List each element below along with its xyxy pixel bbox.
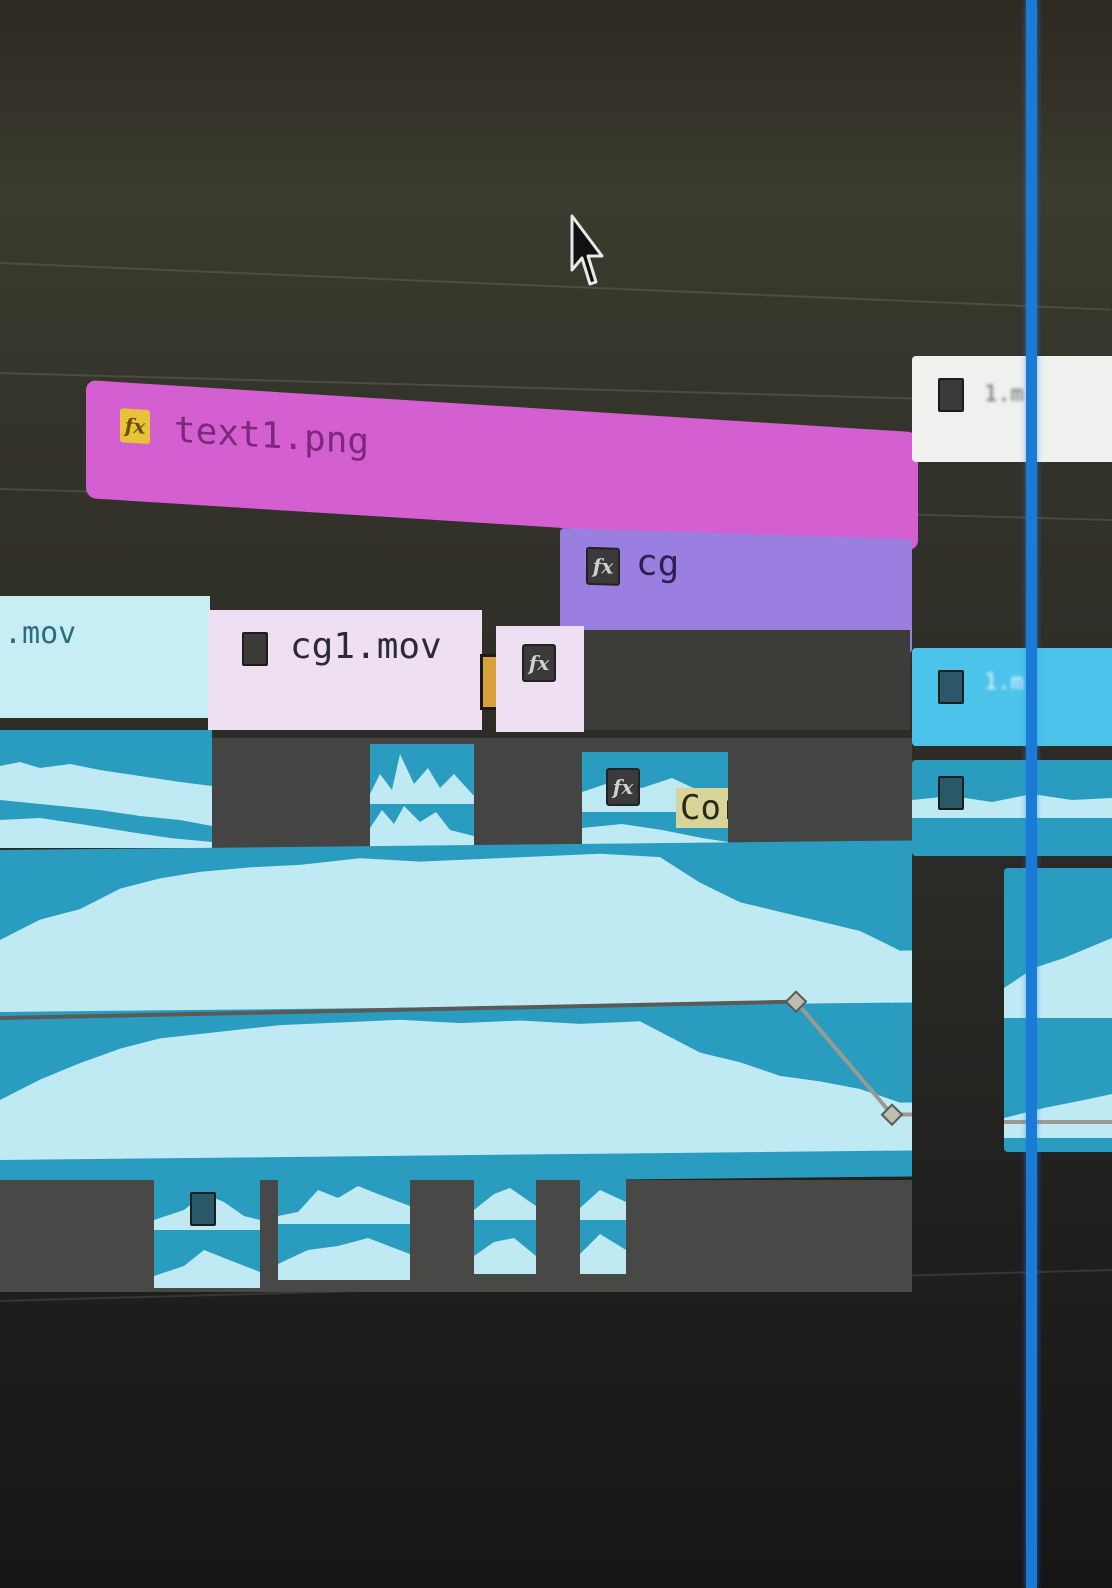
audio-waveform [1004, 938, 1112, 1138]
audio-clip[interactable] [370, 744, 474, 850]
audio-clip[interactable] [580, 1168, 626, 1274]
audio-clip[interactable] [474, 1170, 536, 1274]
audio-waveform [0, 762, 212, 848]
audio-clip-right[interactable] [912, 760, 1112, 856]
fx-icon: fx [606, 768, 640, 806]
fx-icon: fx [522, 644, 556, 682]
mouse-cursor-icon [570, 214, 604, 286]
audio-clip[interactable] [0, 730, 212, 848]
audio-waveform [580, 1190, 626, 1274]
audio-waveform [474, 1188, 536, 1274]
audio-clip-icon [938, 776, 964, 810]
video-clip-icon [242, 632, 268, 666]
fx-icon: fx [120, 408, 150, 445]
audio-waveform [0, 853, 912, 1160]
effect-label: Cor [676, 788, 728, 828]
audio-track-lane [0, 1180, 912, 1292]
audio-clip-fx[interactable]: fx Cor [582, 752, 728, 852]
timeline-clip-fx[interactable]: fx [496, 626, 584, 732]
audio-track-lane [210, 738, 912, 854]
clip-label: 1.m [984, 382, 1024, 407]
clip-label: 1.m [984, 670, 1024, 695]
audio-waveform [370, 754, 474, 850]
timeline-clip-right-top[interactable]: 1.m [912, 356, 1112, 462]
video-clip-icon [938, 670, 964, 704]
clip-label: cg1.mov [290, 626, 442, 667]
clip-label: cg [636, 542, 680, 585]
audio-clip-icon [190, 1192, 216, 1226]
timeline-clip-cg1-mov[interactable]: cg1.mov [208, 610, 482, 730]
video-clip-icon [938, 378, 964, 412]
audio-clip[interactable] [278, 1176, 410, 1280]
audio-clip[interactable] [154, 1180, 260, 1288]
audio-clip-main[interactable] [0, 840, 912, 1186]
clip-label: .mov [4, 616, 77, 651]
audio-waveform [278, 1186, 410, 1280]
clip-label: text1.png [174, 409, 370, 463]
playhead-line[interactable] [1026, 0, 1037, 1588]
fx-icon: fx [586, 546, 620, 586]
empty-track-region [580, 630, 910, 730]
timeline-panel: fx text1.png 1.m fx cg .mov cg1.mov fx 1… [0, 0, 1112, 1588]
track-divider [0, 262, 1112, 311]
timeline-clip-right-mid[interactable]: 1.m [912, 648, 1112, 746]
timeline-clip-text1[interactable]: fx text1.png [86, 380, 918, 551]
timeline-clip-mov[interactable]: .mov [0, 596, 210, 718]
audio-clip-right-main[interactable] [1004, 868, 1112, 1152]
